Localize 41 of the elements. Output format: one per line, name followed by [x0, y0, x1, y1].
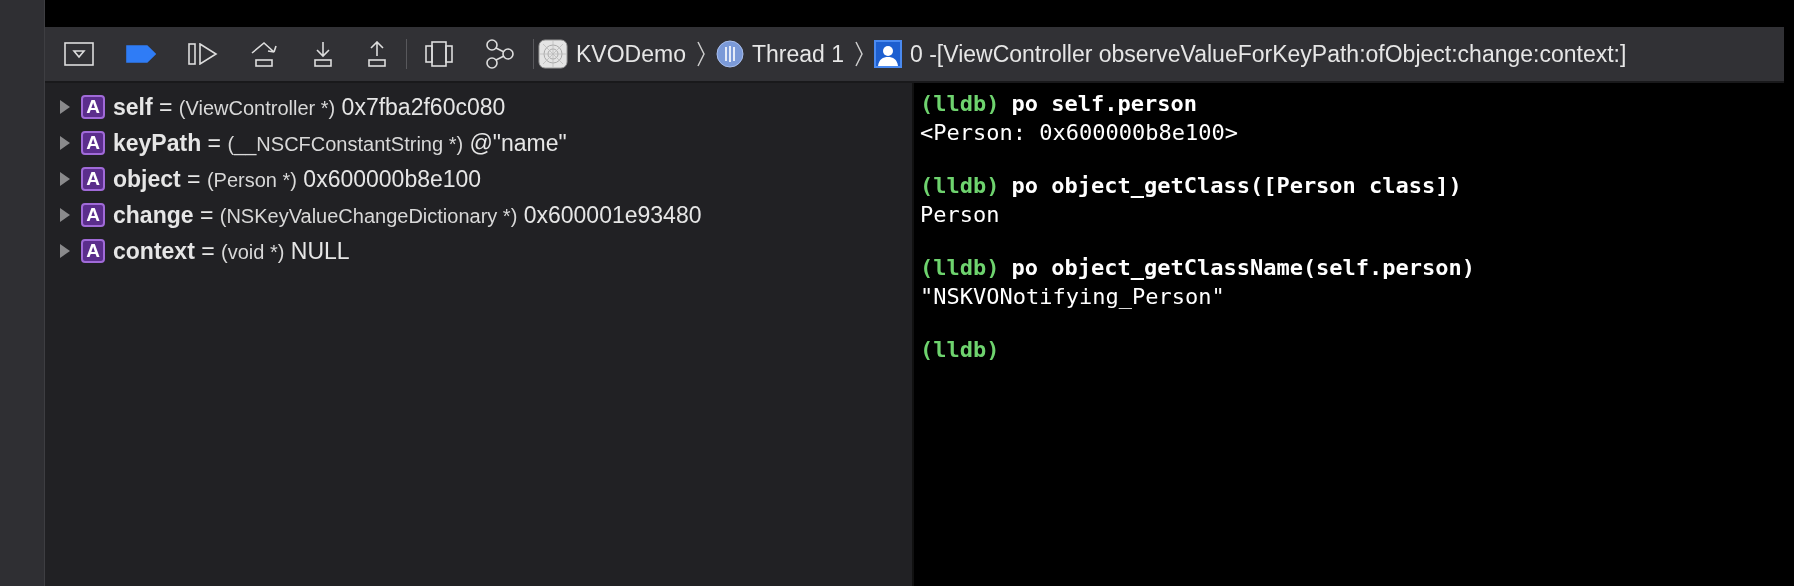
variable-entry[interactable]: context = (void *) NULL [113, 237, 350, 265]
variable-badge: A [81, 131, 105, 155]
breadcrumb-item[interactable]: KVODemo [538, 39, 686, 69]
memory-graph-icon[interactable] [485, 39, 515, 69]
output-text: <Person: 0x600000b8e100> [920, 119, 1239, 147]
output-text: "NSKVONotifying_Person" [920, 283, 1226, 311]
hide-panel-icon[interactable] [64, 42, 94, 66]
prompt-text: (lldb) [920, 91, 1000, 116]
step-into-icon[interactable] [312, 41, 334, 67]
breakpoint-icon[interactable] [126, 45, 156, 63]
disclosure-icon[interactable] [59, 100, 71, 114]
breadcrumb-item[interactable]: 0 -[ViewController observeValueForKeyPath:ofObject:change:context:] [874, 40, 1627, 68]
variable-entry[interactable]: self = (ViewController *) 0x7fba2f60c080 [113, 93, 506, 121]
prompt-text: (lldb) [920, 173, 1000, 198]
disclosure-icon[interactable] [59, 136, 71, 150]
user-icon [874, 40, 902, 68]
prompt-text: (lldb) [920, 255, 1000, 280]
output-text: Person [920, 201, 1001, 229]
variable-entry[interactable]: object = (Person *) 0x600000b8e100 [113, 165, 482, 193]
variable-badge: A [81, 239, 105, 263]
view-hierarchy-icon[interactable] [425, 41, 453, 67]
disclosure-icon[interactable] [59, 244, 71, 258]
variable-entry[interactable]: change = (NSKeyValueChangeDictionary *) 0x600001e93480 [113, 201, 702, 229]
disclosure-icon[interactable] [59, 172, 71, 186]
breadcrumb-item[interactable]: Thread 1 [715, 40, 844, 68]
command-text: po object_getClass([Person class]) [1011, 173, 1462, 198]
chevron-icon [854, 41, 864, 67]
disclosure-icon[interactable] [59, 208, 71, 222]
step-out-icon[interactable] [366, 41, 388, 67]
variable-badge: A [81, 95, 105, 119]
variable-badge: A [81, 203, 105, 227]
chevron-icon [695, 41, 706, 67]
thread-icon [715, 40, 744, 68]
app-icon [538, 39, 568, 69]
step-over-icon[interactable] [250, 41, 280, 67]
prompt-text: (lldb) [920, 337, 1000, 362]
command-text: po self.person [1011, 91, 1197, 116]
command-text: po object_getClassName(self.person) [1011, 255, 1476, 280]
variable-entry[interactable]: keyPath = (__NSCFConstantString *) @"name" [113, 129, 567, 157]
continue-icon[interactable] [188, 43, 218, 65]
variable-badge: A [81, 167, 105, 191]
